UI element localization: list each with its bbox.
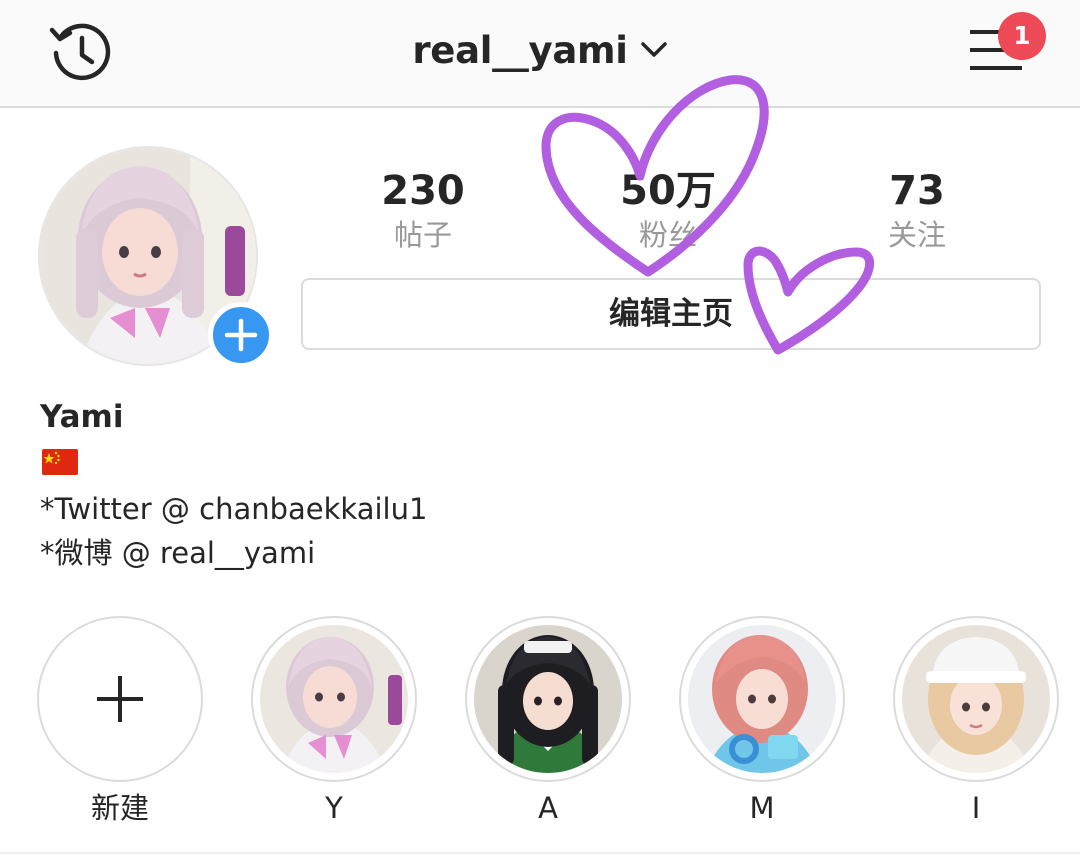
highlight-photo [474, 625, 622, 773]
stat-followers[interactable]: 50万 粉丝 [548, 166, 788, 254]
highlight-i[interactable]: I [891, 616, 1061, 828]
highlight-ring[interactable] [465, 616, 631, 782]
highlight-photo [688, 625, 836, 773]
followers-label: 粉丝 [638, 218, 697, 252]
highlight-y[interactable]: Y [249, 616, 419, 828]
posts-label: 帖子 [393, 218, 452, 252]
highlight-label: Y [325, 791, 343, 825]
stat-following[interactable]: 73 关注 [797, 166, 1037, 254]
bio-line-weibo[interactable]: *微博 @ real__yami [40, 533, 315, 573]
edit-profile-button[interactable]: 编辑主页 [301, 278, 1041, 350]
account-switcher[interactable]: real__yami [0, 26, 1080, 76]
highlight-m[interactable]: M [677, 616, 847, 828]
bio-line-twitter[interactable]: *Twitter @ chanbaekkailu1 [40, 489, 427, 529]
divider [0, 852, 1080, 854]
highlight-label: 新建 [90, 791, 149, 825]
username-title[interactable]: real__yami [412, 29, 628, 72]
plus-icon [97, 676, 143, 722]
highlight-label: I [971, 791, 981, 825]
highlight-label: M [749, 791, 775, 825]
highlight-ring[interactable] [893, 616, 1059, 782]
highlight-label: A [538, 791, 558, 825]
followers-count: 50万 [620, 168, 716, 214]
following-label: 关注 [887, 218, 946, 252]
following-count: 73 [889, 168, 945, 214]
plus-icon [224, 318, 258, 352]
highlight-a[interactable]: A [463, 616, 633, 828]
chevron-down-icon[interactable] [640, 41, 668, 59]
posts-count: 230 [381, 168, 465, 214]
add-story-button[interactable] [208, 302, 274, 368]
highlight-ring[interactable] [679, 616, 845, 782]
highlight-photo [902, 625, 1050, 773]
highlight-ring[interactable] [251, 616, 417, 782]
top-navigation-bar: real__yami 1 [0, 0, 1080, 108]
stat-posts[interactable]: 230 帖子 [303, 166, 543, 254]
china-flag-icon [42, 449, 78, 475]
profile-avatar-container [38, 146, 274, 370]
new-highlight-ring[interactable] [37, 616, 203, 782]
highlight-new[interactable]: 新建 [35, 616, 205, 828]
display-name: Yami [40, 399, 124, 435]
highlight-photo [260, 625, 408, 773]
notification-badge: 1 [998, 12, 1046, 60]
